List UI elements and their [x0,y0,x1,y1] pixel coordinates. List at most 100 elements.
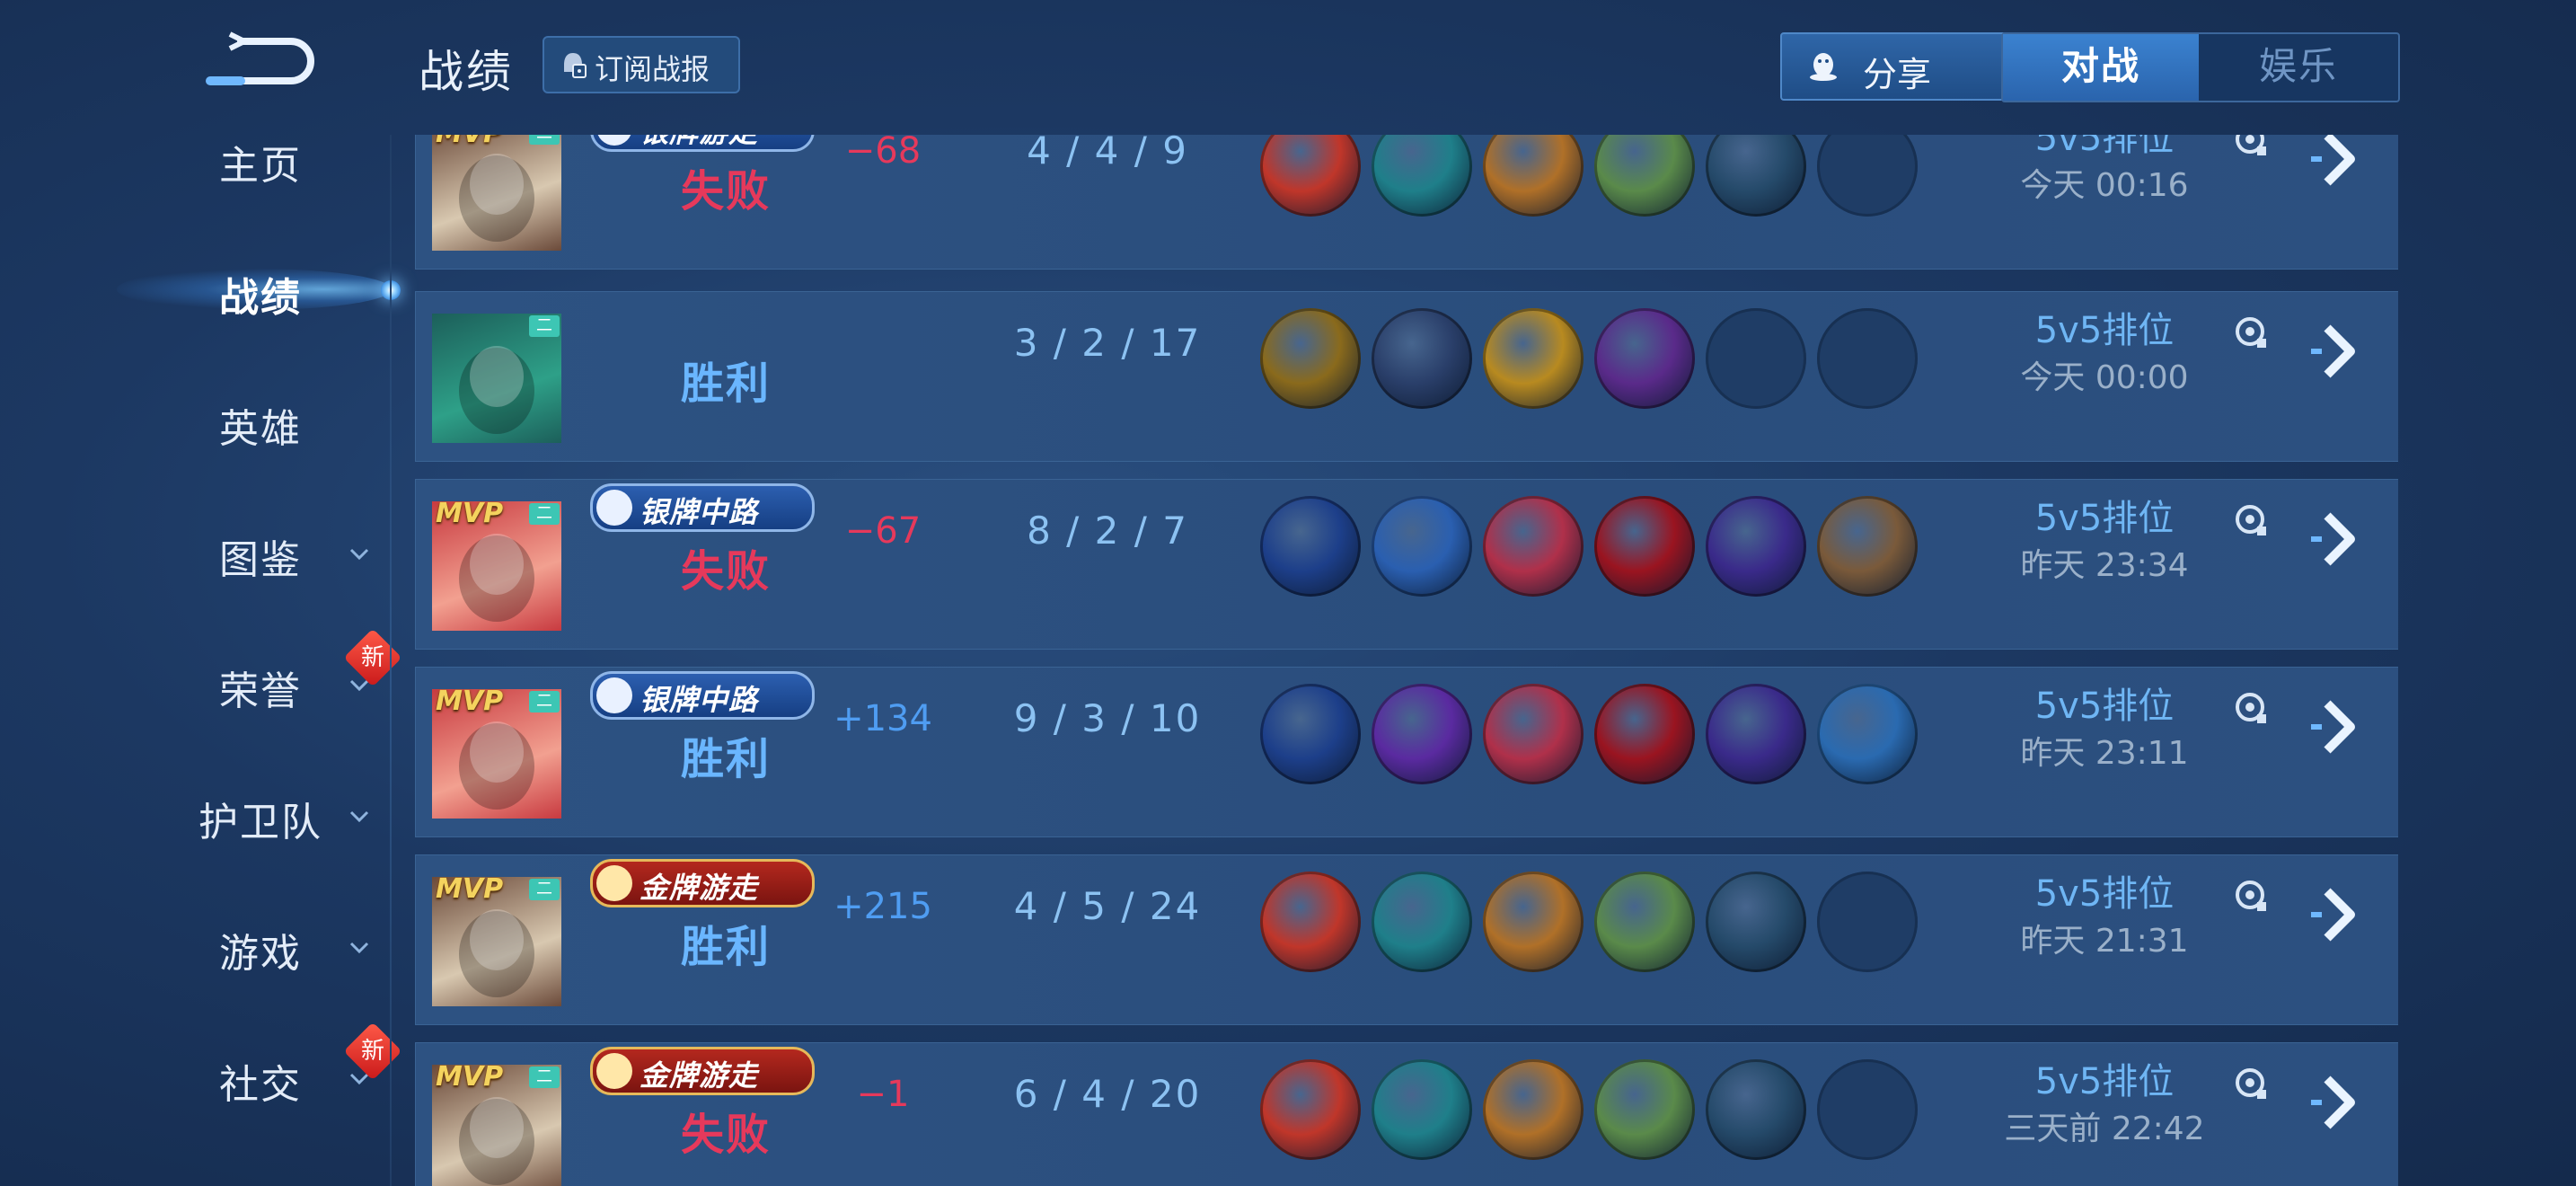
rank-icon [596,135,632,146]
mode-tag: 二 [529,135,560,145]
game-mode: 5v5排位 [2034,310,2175,351]
equipment-item [1706,684,1806,784]
equipment-item [1594,496,1695,597]
equipment-item [1372,684,1472,784]
detail-arrow-icon[interactable] [2302,1067,2374,1138]
equipment-item [1372,308,1472,409]
tab-entertainment[interactable]: 娱乐 [2201,34,2396,101]
rank-label: 银牌中路 [640,495,759,529]
rank-label: 银牌游走 [640,135,758,151]
equipment-item [1260,496,1361,597]
hero-portrait: MVP 二 [432,1065,561,1186]
new-badge-label: 新 [360,644,384,671]
match-row[interactable]: MVP 二 金牌游走 胜利 +215 4 / 5 / 24 5v5排位 昨天 21:31 [415,854,2398,1025]
game-mode: 5v5排位 [2034,498,2175,539]
match-time: 今天 00:00 [2020,359,2189,396]
equipment-item [1483,135,1584,217]
page-title: 战绩 [419,46,514,98]
hero-portrait: MVP 二 [432,135,561,251]
mode-tag: 二 [529,879,560,900]
kda: 6 / 4 / 20 [1013,1072,1202,1116]
equipment-item [1817,684,1918,784]
detail-arrow-icon[interactable] [2302,879,2374,951]
new-badge: 新 [343,1022,402,1081]
game-mode: 5v5排位 [2034,686,2175,727]
sidebar-item-3[interactable]: 图鉴 [0,511,392,592]
match-row[interactable]: MVP 二 金牌游走失败 −1 6 / 4 / 20 5v5排位三天前 22:42 [415,1042,2398,1186]
match-list: MVP二银牌游走失败−684 / 4 / 95v5排位今天 00:16二胜利3 … [415,135,2398,1186]
match-time: 昨天 21:31 [2020,923,2189,960]
rank-badge: 银牌中路 [590,483,815,532]
replay-icon[interactable] [2230,875,2273,918]
equipment-item [1260,872,1361,972]
tab-battle[interactable]: 对战 [2003,34,2199,101]
sidebar-item-6[interactable]: 游戏 [0,905,392,986]
match-result: 胜利 [680,922,771,972]
replay-icon[interactable] [2230,312,2273,355]
detail-arrow-icon[interactable] [2302,315,2374,387]
mvp-label: MVP [436,689,504,717]
equipment-slot-empty [1817,1059,1918,1160]
replay-icon[interactable] [2230,135,2273,163]
sidebar-item-0[interactable]: 主页 [0,117,392,198]
score-change: −1 [856,1074,910,1115]
sidebar-item-5[interactable]: 护卫队 [0,774,392,854]
back-arrow-icon [206,31,314,85]
kda: 8 / 2 / 7 [1027,509,1188,553]
equipment-item [1260,1059,1361,1160]
equipment-item [1594,1059,1695,1160]
sidebar-item-2[interactable]: 英雄 [0,380,392,461]
detail-arrow-icon[interactable] [2302,135,2374,195]
equipment-item [1817,496,1918,597]
detail-arrow-icon[interactable] [2302,691,2374,763]
score-change: −67 [844,510,922,552]
mode-tag: 二 [529,315,560,337]
kda: 4 / 4 / 9 [1027,135,1188,173]
match-result: 失败 [680,1110,771,1160]
chevron-down-icon [349,942,369,954]
sidebar-item-7[interactable]: 社交新 [0,1022,402,1117]
match-row[interactable]: 二胜利 3 / 2 / 17 5v5排位 今天 00:00 [415,291,2398,462]
equipment-item [1706,1059,1806,1160]
replay-icon[interactable] [2230,687,2273,730]
game-mode: 5v5排位 [2034,1061,2175,1102]
match-time: 昨天 23:11 [2020,735,2189,772]
mvp-label: MVP [436,1065,504,1093]
match-result: 胜利 [680,358,771,409]
rank-icon [596,677,632,713]
rank-badge: 金牌游走 [590,1047,815,1095]
equipment-item [1260,684,1361,784]
hero-avatar-icon [459,154,534,242]
equipment-item [1483,684,1584,784]
equipment-slot-empty [1817,872,1918,972]
header: 战绩 订阅战报 分享 对战 娱乐 [392,0,2576,135]
match-row[interactable]: MVP 二 银牌中路 胜利 +134 9 / 3 / 10 5v5排位 昨天 23:11 [415,667,2398,837]
share-label: 分享 [1863,55,1932,94]
detail-arrow-icon[interactable] [2302,503,2374,575]
score-change: +134 [834,698,932,739]
equipment-item [1483,308,1584,409]
match-time: 今天 00:16 [2020,167,2189,204]
kda: 9 / 3 / 10 [1013,696,1202,740]
equipment-list [1260,308,1961,412]
mode-tag: 二 [529,1067,560,1088]
share-button[interactable]: 分享 [1780,32,2007,101]
subscribe-report-button[interactable]: 订阅战报 [543,36,740,93]
back-button[interactable] [205,29,316,92]
sidebar-item-1[interactable]: 战绩 [0,249,401,330]
match-row[interactable]: MVP 二 银牌游走失败 −68 4 / 4 / 9 5v5排位今天 00:16 [415,135,2398,270]
replay-icon[interactable] [2230,1063,2273,1106]
equipment-item [1594,872,1695,972]
equipment-item [1483,1059,1584,1160]
rank-icon [596,865,632,901]
mode-tag: 二 [529,691,560,712]
match-time: 三天前 22:42 [2004,1111,2205,1147]
replay-icon[interactable] [2230,500,2273,543]
sidebar-item-4[interactable]: 荣誉新 [0,628,402,723]
equipment-slot-empty [1706,308,1806,409]
equipment-list [1260,872,1961,976]
mode-tag: 二 [529,503,560,525]
equipment-item [1706,496,1806,597]
rank-icon [596,490,632,526]
match-row[interactable]: MVP 二 银牌中路 失败 −67 8 / 2 / 7 5v5排位 昨天 23:34 [415,479,2398,650]
